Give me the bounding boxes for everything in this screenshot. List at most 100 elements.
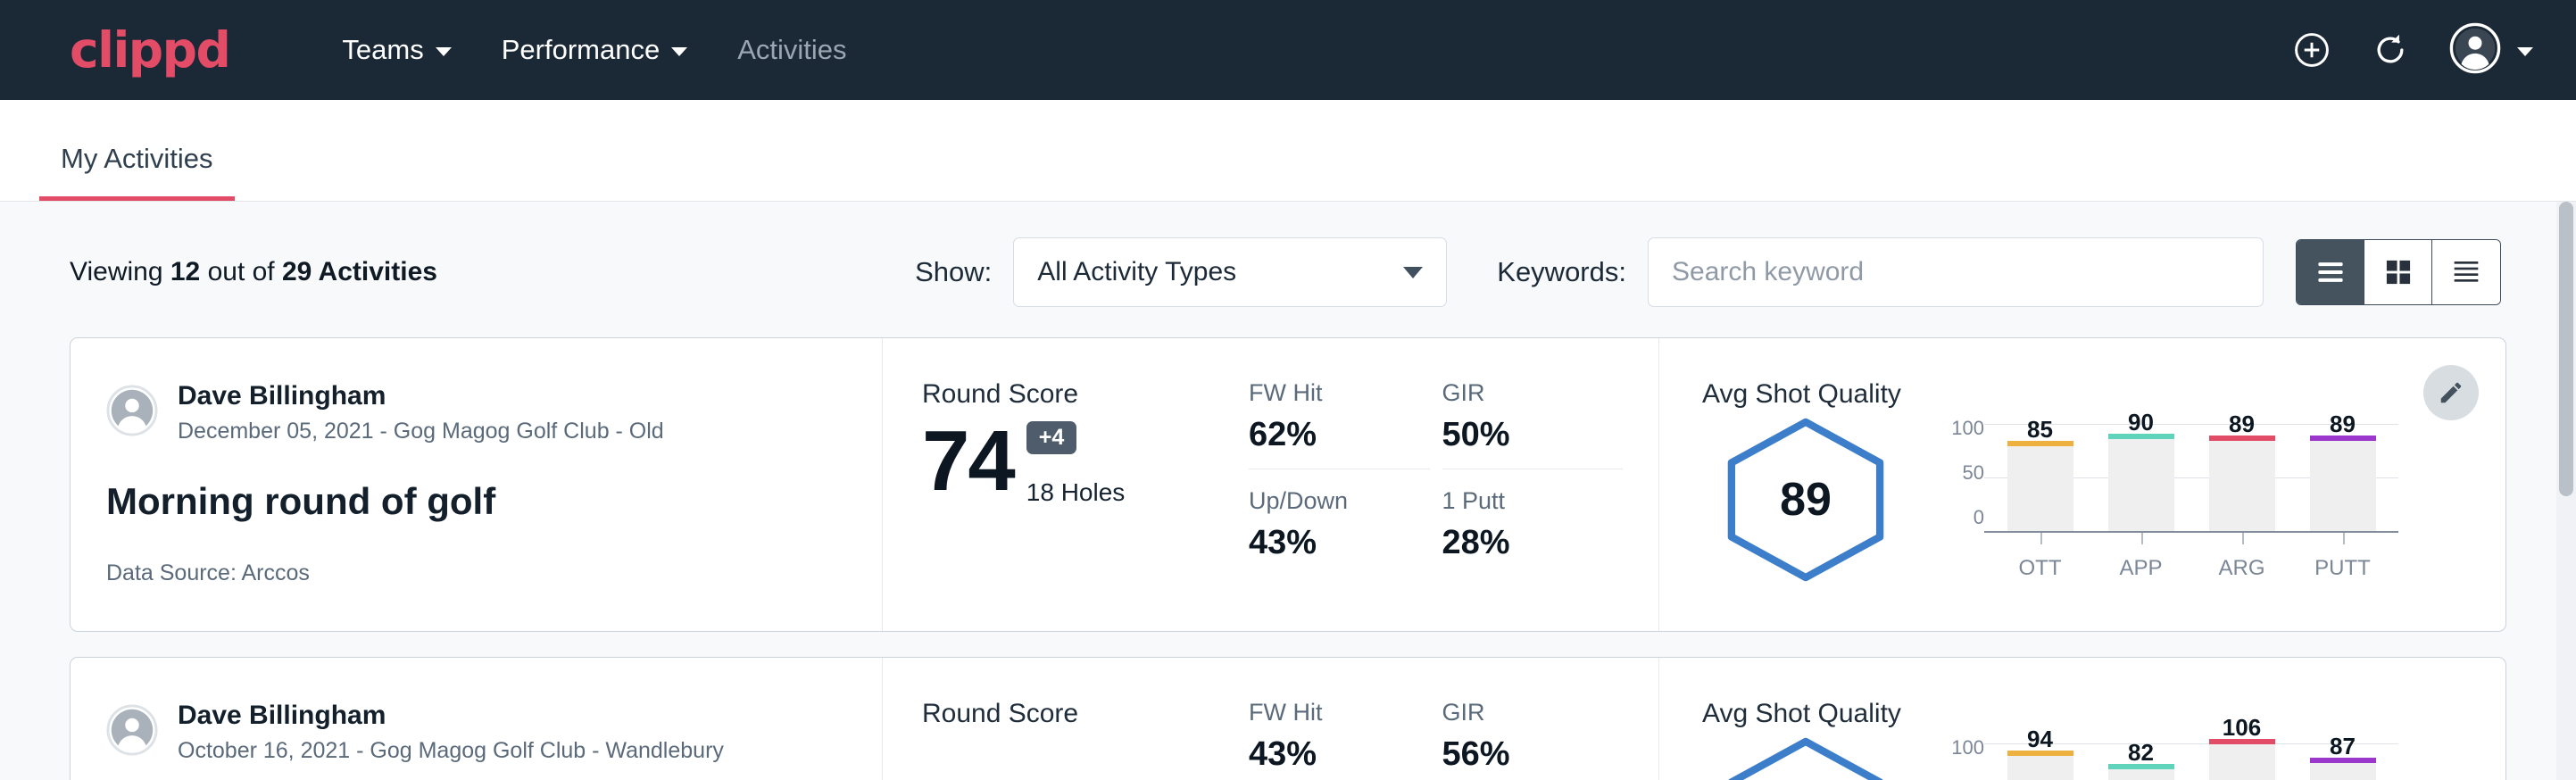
activity-type-select[interactable]: All Activity Types	[1013, 237, 1447, 307]
chevron-down-icon	[2517, 47, 2533, 56]
stat-label: FW Hit	[1249, 699, 1394, 726]
nav-item-label: Teams	[342, 34, 423, 66]
add-icon[interactable]	[2292, 30, 2331, 70]
list-view-button[interactable]	[2297, 240, 2364, 304]
compact-view-button[interactable]	[2432, 240, 2500, 304]
grid-view-button[interactable]	[2364, 240, 2432, 304]
viewing-summary: Viewing 12 out of 29 Activities	[70, 257, 437, 287]
bar-value: 89	[2310, 411, 2376, 438]
round-score-value: 74	[922, 417, 1014, 507]
edit-activity-button[interactable]	[2423, 365, 2479, 420]
stat-fw-hit: FW Hit 43%	[1249, 699, 1430, 780]
nav-item-activities[interactable]: Activities	[712, 23, 871, 77]
chart-plot-area: 85 90 89	[1984, 415, 2398, 533]
bar-app: 90	[2108, 415, 2174, 531]
nav-item-teams[interactable]: Teams	[317, 23, 476, 77]
stat-label: FW Hit	[1249, 379, 1394, 407]
chart-y-axis: 100 50 0	[1934, 734, 1984, 780]
y-tick-50: 50	[1963, 461, 1984, 485]
avatar	[106, 385, 158, 441]
shot-quality-hexagon	[1716, 734, 1895, 780]
activity-meta: October 16, 2021 - Gog Magog Golf Club -…	[178, 736, 724, 767]
author-text: Dave Billingham December 05, 2021 - Gog …	[178, 379, 664, 446]
round-score-panel: Round Score 74 +4 18 Holes	[883, 338, 1249, 631]
top-navigation-bar: clippd Teams Performance Activities	[0, 0, 2576, 100]
shot-quality-panel: Avg Shot Quality 89 100 50 0	[1659, 338, 2505, 631]
activity-author: Dave Billingham December 05, 2021 - Gog …	[106, 379, 846, 446]
bar-value: 94	[2007, 726, 2073, 753]
tab-my-activities[interactable]: My Activities	[39, 143, 235, 201]
activity-stats: FW Hit 62% GIR 50% Up/Down 43% 1 Putt 28…	[1249, 338, 1659, 631]
show-label: Show:	[915, 256, 992, 288]
bar-value: 90	[2108, 409, 2174, 436]
shot-quality-value	[1716, 734, 1895, 780]
stat-label: GIR	[1442, 699, 1588, 726]
activity-stats: FW Hit 43% GIR 56%	[1249, 658, 1659, 780]
filter-bar: Viewing 12 out of 29 Activities Show: Al…	[0, 202, 2553, 337]
scrollbar-thumb[interactable]	[2559, 202, 2573, 496]
bar-app: 82	[2108, 734, 2174, 780]
nav-item-label: Performance	[502, 34, 660, 66]
shot-quality-chart: 100 50 0 85	[1934, 415, 2398, 581]
bar-ott: 85	[2007, 415, 2073, 531]
x-label-ott: OTT	[2007, 533, 2073, 581]
stat-value: 50%	[1442, 416, 1588, 454]
stat-value: 43%	[1249, 735, 1394, 774]
stat-label: Up/Down	[1249, 487, 1430, 515]
x-label-putt: PUTT	[2310, 533, 2376, 581]
holes-played: 18 Holes	[1026, 478, 1126, 507]
round-score-label: Round Score	[922, 379, 1249, 410]
author-text: Dave Billingham October 16, 2021 - Gog M…	[178, 699, 724, 766]
round-score-side: +4 18 Holes	[1026, 421, 1126, 507]
round-score-label: Round Score	[922, 699, 1249, 729]
activity-list: Dave Billingham December 05, 2021 - Gog …	[0, 337, 2553, 780]
avatar	[106, 704, 158, 760]
brand-logo[interactable]: clippd	[70, 26, 229, 75]
stat-up-down: Up/Down 43%	[1249, 487, 1430, 577]
bar-arg: 89	[2209, 415, 2275, 531]
y-tick-0: 0	[1974, 506, 1984, 529]
shot-quality-body: 89 100 50 0	[1702, 415, 2398, 585]
view-toggle-group	[2296, 239, 2501, 305]
main-nav-items: Teams Performance Activities	[317, 23, 871, 77]
chevron-down-icon	[436, 47, 452, 56]
chart-x-axis: OTT APP ARG PUTT	[1984, 533, 2398, 581]
avg-shot-quality-label: Avg Shot Quality	[1702, 379, 2398, 410]
stat-value: 62%	[1249, 416, 1394, 454]
stat-label: 1 Putt	[1442, 487, 1624, 515]
viewing-middle: out of	[200, 257, 282, 286]
chart-plot-area: 94 82 106	[1984, 734, 2398, 780]
refresh-icon[interactable]	[2371, 30, 2410, 70]
bar-arg: 106	[2209, 734, 2275, 780]
bar-ott: 94	[2007, 734, 2073, 780]
bar-value: 82	[2108, 739, 2174, 767]
bar-value: 106	[2209, 714, 2275, 742]
round-score-row: 74 +4 18 Holes	[922, 417, 1249, 507]
chart-y-axis: 100 50 0	[1934, 415, 1984, 529]
activity-card[interactable]: Dave Billingham December 05, 2021 - Gog …	[70, 337, 2506, 632]
viewing-total: 29 Activities	[282, 257, 437, 286]
filter-controls: Show: All Activity Types Keywords:	[915, 237, 2501, 307]
bar-putt: 89	[2310, 415, 2376, 531]
activity-card[interactable]: Dave Billingham October 16, 2021 - Gog M…	[70, 657, 2506, 780]
stat-fw-hit: FW Hit 62%	[1249, 379, 1430, 469]
vertical-scrollbar[interactable]	[2556, 202, 2576, 780]
stat-label: GIR	[1442, 379, 1588, 407]
x-label-app: APP	[2108, 533, 2174, 581]
nav-item-performance[interactable]: Performance	[477, 23, 712, 77]
account-menu[interactable]	[2449, 22, 2533, 79]
nav-actions	[2292, 22, 2533, 79]
chevron-down-icon	[1403, 267, 1423, 278]
activity-type-value: All Activity Types	[1037, 257, 1236, 287]
avatar	[2449, 22, 2501, 79]
search-input[interactable]	[1648, 237, 2264, 307]
keywords-label: Keywords:	[1497, 256, 1626, 288]
player-name: Dave Billingham	[178, 699, 724, 733]
shot-quality-hexagon: 89	[1716, 415, 1895, 585]
shot-quality-value: 89	[1716, 415, 1895, 585]
stat-value: 43%	[1249, 524, 1430, 562]
stat-value: 28%	[1442, 524, 1624, 562]
player-name: Dave Billingham	[178, 379, 664, 413]
stat-gir: GIR 50%	[1442, 379, 1624, 469]
main-content: Viewing 12 out of 29 Activities Show: Al…	[0, 202, 2576, 780]
